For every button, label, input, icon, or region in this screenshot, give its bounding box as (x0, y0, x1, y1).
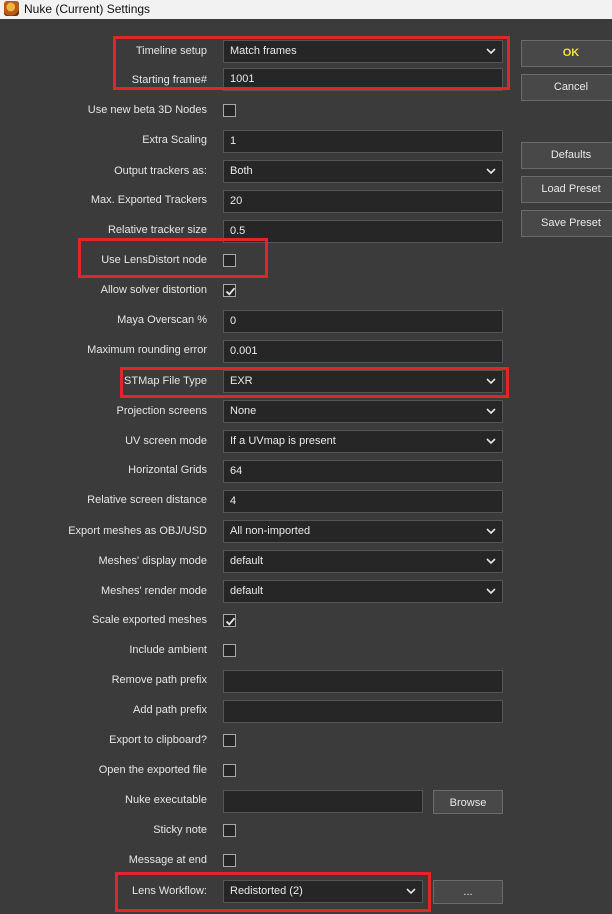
timeline-setup-dropdown[interactable]: Match frames (223, 40, 503, 63)
save-preset-button[interactable]: Save Preset (521, 210, 612, 237)
stmap-type-dropdown[interactable]: EXR (223, 370, 503, 393)
starting-frame-label: Starting frame# (131, 74, 207, 86)
check-icon (225, 617, 236, 626)
output-trackers-label: Output trackers as: (114, 165, 207, 177)
chevron-down-icon (486, 48, 496, 55)
solver-distortion-label: Allow solver distortion (100, 284, 207, 296)
screen-distance-label: Relative screen distance (87, 494, 207, 506)
sticky-note-checkbox[interactable] (223, 824, 236, 837)
cancel-button[interactable]: Cancel (521, 74, 612, 101)
nuke-executable-field[interactable] (223, 790, 423, 813)
scale-meshes-checkbox[interactable] (223, 614, 236, 627)
tracker-size-label: Relative tracker size (107, 224, 207, 236)
chevron-down-icon (486, 528, 496, 535)
maya-overscan-label: Maya Overscan % (117, 314, 207, 326)
chevron-down-icon (486, 438, 496, 445)
output-trackers-dropdown[interactable]: Both (223, 160, 503, 183)
nuke-app-icon (4, 1, 19, 16)
lens-workflow-options-button[interactable]: ... (433, 880, 503, 904)
window-title: Nuke (Current) Settings (24, 2, 151, 16)
extra-scaling-field[interactable]: 1 (223, 130, 503, 153)
export-clipboard-checkbox[interactable] (223, 734, 236, 747)
horizontal-grids-field[interactable]: 64 (223, 460, 503, 483)
extra-scaling-label: Extra Scaling (142, 134, 207, 146)
browse-button[interactable]: Browse (433, 790, 503, 814)
message-at-end-checkbox[interactable] (223, 854, 236, 867)
chevron-down-icon (486, 558, 496, 565)
render-mode-value: default (230, 585, 264, 597)
chevron-down-icon (486, 378, 496, 385)
open-exported-checkbox[interactable] (223, 764, 236, 777)
scale-meshes-label: Scale exported meshes (92, 614, 207, 626)
open-exported-label: Open the exported file (98, 764, 207, 776)
sticky-note-label: Sticky note (153, 824, 207, 836)
add-prefix-field[interactable] (223, 700, 503, 723)
chevron-down-icon (486, 408, 496, 415)
nuke-executable-label: Nuke executable (125, 794, 207, 806)
display-mode-label: Meshes' display mode (98, 555, 208, 567)
max-trackers-field[interactable]: 20 (223, 190, 503, 213)
horizontal-grids-label: Horizontal Grids (128, 464, 207, 476)
remove-prefix-field[interactable] (223, 670, 503, 693)
timeline-setup-label: Timeline setup (135, 45, 207, 57)
projection-screens-dropdown[interactable]: None (223, 400, 503, 423)
lens-workflow-label: Lens Workflow: (132, 885, 207, 897)
message-at-end-label: Message at end (128, 854, 207, 866)
uv-screen-mode-label: UV screen mode (125, 435, 207, 447)
include-ambient-checkbox[interactable] (223, 644, 236, 657)
stmap-type-value: EXR (230, 375, 253, 387)
projection-screens-label: Projection screens (116, 405, 208, 417)
remove-prefix-label: Remove path prefix (111, 674, 207, 686)
load-preset-button[interactable]: Load Preset (521, 176, 612, 203)
render-mode-dropdown[interactable]: default (223, 580, 503, 603)
timeline-setup-value: Match frames (230, 45, 297, 57)
maya-overscan-field[interactable]: 0 (223, 310, 503, 333)
tracker-size-field[interactable]: 0.5 (223, 220, 503, 243)
ok-button[interactable]: OK (521, 40, 612, 67)
lensdistort-label: Use LensDistort node (101, 254, 207, 266)
lensdistort-checkbox[interactable] (223, 254, 236, 267)
max-trackers-label: Max. Exported Trackers (90, 194, 207, 206)
chevron-down-icon (486, 168, 496, 175)
rounding-error-field[interactable]: 0.001 (223, 340, 503, 363)
solver-distortion-checkbox[interactable] (223, 284, 236, 297)
starting-frame-field[interactable]: 1001 (223, 68, 503, 91)
rounding-error-label: Maximum rounding error (87, 344, 207, 356)
display-mode-dropdown[interactable]: default (223, 550, 503, 573)
add-prefix-label: Add path prefix (133, 704, 207, 716)
output-trackers-value: Both (230, 165, 253, 177)
uv-screen-mode-dropdown[interactable]: If a UVmap is present (223, 430, 503, 453)
lens-workflow-dropdown[interactable]: Redistorted (2) (223, 880, 423, 903)
defaults-button[interactable]: Defaults (521, 142, 612, 169)
uv-screen-mode-value: If a UVmap is present (230, 435, 336, 447)
beta-3d-nodes-checkbox[interactable] (223, 104, 236, 117)
export-meshes-dropdown[interactable]: All non-imported (223, 520, 503, 543)
check-icon (225, 287, 236, 296)
display-mode-value: default (230, 555, 264, 567)
title-bar: Nuke (Current) Settings (0, 0, 612, 19)
chevron-down-icon (486, 588, 496, 595)
render-mode-label: Meshes' render mode (100, 585, 207, 597)
export-meshes-label: Export meshes as OBJ/USD (68, 525, 207, 537)
stmap-type-label: STMap File Type (124, 375, 207, 387)
export-meshes-value: All non-imported (230, 525, 311, 537)
beta-3d-nodes-label: Use new beta 3D Nodes (87, 104, 207, 116)
chevron-down-icon (406, 888, 416, 895)
lens-workflow-value: Redistorted (2) (230, 885, 303, 897)
projection-screens-value: None (230, 405, 257, 417)
include-ambient-label: Include ambient (129, 644, 207, 656)
export-clipboard-label: Export to clipboard? (109, 734, 207, 746)
screen-distance-field[interactable]: 4 (223, 490, 503, 513)
